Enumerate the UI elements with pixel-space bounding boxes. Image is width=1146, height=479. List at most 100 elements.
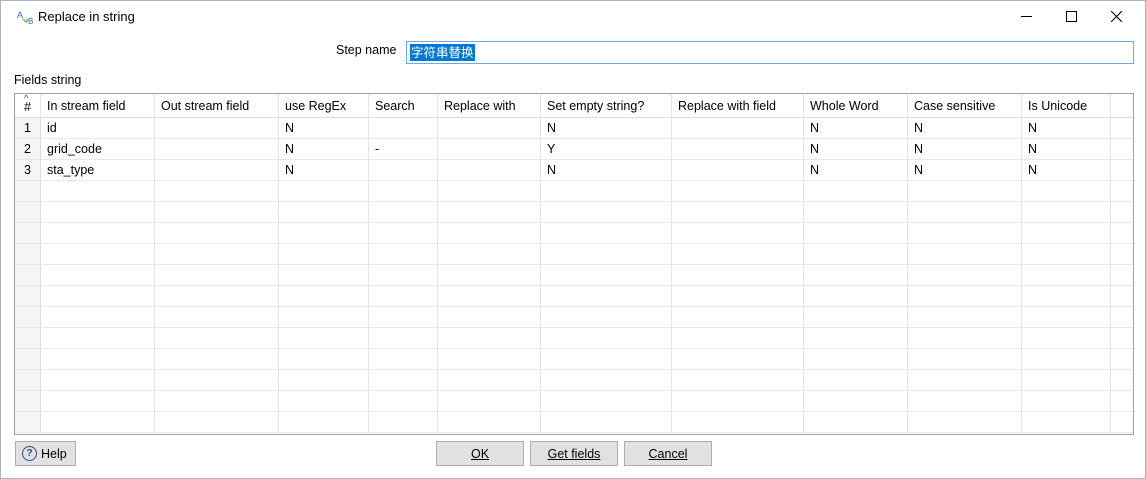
table-row[interactable] <box>15 286 1133 307</box>
table-cell[interactable] <box>541 412 672 433</box>
table-row[interactable] <box>15 181 1133 202</box>
table-row[interactable] <box>15 370 1133 391</box>
table-cell[interactable] <box>672 202 804 223</box>
table-cell[interactable] <box>804 265 908 286</box>
table-cell[interactable]: N <box>1022 118 1111 139</box>
table-cell[interactable]: sta_type <box>41 160 155 181</box>
table-row[interactable] <box>15 244 1133 265</box>
table-cell[interactable] <box>1022 181 1111 202</box>
table-row[interactable] <box>15 391 1133 412</box>
table-row[interactable]: 3 sta_type N N N N N <box>15 160 1133 181</box>
table-cell[interactable] <box>155 328 279 349</box>
table-cell[interactable] <box>908 412 1022 433</box>
close-button[interactable] <box>1093 1 1139 32</box>
table-cell[interactable] <box>908 307 1022 328</box>
cancel-button[interactable]: Cancel <box>624 441 712 466</box>
table-cell[interactable] <box>908 328 1022 349</box>
table-cell[interactable] <box>1022 202 1111 223</box>
table-cell[interactable] <box>41 370 155 391</box>
table-cell[interactable] <box>155 286 279 307</box>
table-cell[interactable] <box>804 349 908 370</box>
table-cell[interactable] <box>1022 286 1111 307</box>
table-cell[interactable] <box>908 349 1022 370</box>
table-cell[interactable] <box>438 286 541 307</box>
table-cell[interactable]: - <box>369 139 438 160</box>
table-cell[interactable] <box>155 391 279 412</box>
table-cell[interactable] <box>279 181 369 202</box>
table-cell[interactable] <box>804 181 908 202</box>
table-cell[interactable] <box>672 181 804 202</box>
table-cell[interactable] <box>438 370 541 391</box>
table-cell[interactable]: N <box>908 139 1022 160</box>
table-cell[interactable] <box>369 391 438 412</box>
table-cell[interactable]: N <box>908 118 1022 139</box>
table-cell[interactable] <box>41 286 155 307</box>
table-row[interactable] <box>15 349 1133 370</box>
table-cell[interactable] <box>1022 412 1111 433</box>
table-cell[interactable]: grid_code <box>41 139 155 160</box>
table-cell[interactable] <box>672 307 804 328</box>
table-cell[interactable] <box>908 202 1022 223</box>
table-cell[interactable] <box>279 307 369 328</box>
table-cell[interactable] <box>672 349 804 370</box>
table-cell[interactable]: N <box>279 160 369 181</box>
table-cell[interactable] <box>438 412 541 433</box>
table-cell[interactable] <box>1022 223 1111 244</box>
table-cell[interactable] <box>369 223 438 244</box>
table-cell[interactable] <box>1022 265 1111 286</box>
table-cell[interactable] <box>155 370 279 391</box>
help-button[interactable]: ? Help <box>15 441 76 466</box>
column-header[interactable]: use RegEx <box>279 94 369 118</box>
maximize-button[interactable] <box>1048 1 1094 32</box>
table-row[interactable] <box>15 412 1133 433</box>
table-cell[interactable] <box>908 181 1022 202</box>
table-cell[interactable] <box>41 307 155 328</box>
table-cell[interactable] <box>438 328 541 349</box>
table-cell[interactable] <box>541 349 672 370</box>
column-header[interactable]: Is Unicode <box>1022 94 1111 118</box>
table-cell[interactable] <box>1022 349 1111 370</box>
table-cell[interactable] <box>804 370 908 391</box>
table-cell[interactable] <box>672 286 804 307</box>
table-cell[interactable] <box>155 307 279 328</box>
table-cell[interactable] <box>438 160 541 181</box>
table-row[interactable]: 2 grid_code N - Y N N N <box>15 139 1133 160</box>
table-cell[interactable] <box>369 349 438 370</box>
table-cell[interactable] <box>438 349 541 370</box>
table-row[interactable] <box>15 202 1133 223</box>
table-cell[interactable] <box>908 223 1022 244</box>
table-cell[interactable] <box>155 160 279 181</box>
table-cell[interactable] <box>279 244 369 265</box>
table-cell[interactable] <box>1022 307 1111 328</box>
table-cell[interactable] <box>369 202 438 223</box>
column-header[interactable]: Replace with field <box>672 94 804 118</box>
table-cell[interactable] <box>541 244 672 265</box>
table-cell[interactable] <box>279 370 369 391</box>
table-row[interactable] <box>15 223 1133 244</box>
table-cell[interactable] <box>155 412 279 433</box>
table-cell[interactable]: N <box>804 118 908 139</box>
table-cell[interactable] <box>279 202 369 223</box>
table-cell[interactable] <box>672 370 804 391</box>
table-cell[interactable] <box>41 349 155 370</box>
table-cell[interactable] <box>369 118 438 139</box>
table-cell[interactable] <box>279 328 369 349</box>
table-row[interactable] <box>15 328 1133 349</box>
table-cell[interactable] <box>155 139 279 160</box>
table-cell[interactable] <box>369 307 438 328</box>
table-cell[interactable] <box>541 328 672 349</box>
table-cell[interactable]: N <box>1022 160 1111 181</box>
table-cell[interactable] <box>41 328 155 349</box>
table-cell[interactable] <box>369 328 438 349</box>
table-cell[interactable] <box>541 265 672 286</box>
table-cell[interactable] <box>438 223 541 244</box>
table-cell[interactable] <box>541 286 672 307</box>
table-cell[interactable] <box>155 265 279 286</box>
table-cell[interactable] <box>369 286 438 307</box>
table-cell[interactable] <box>155 118 279 139</box>
table-cell[interactable] <box>804 328 908 349</box>
column-header[interactable]: Whole Word <box>804 94 908 118</box>
table-cell[interactable] <box>541 181 672 202</box>
table-cell[interactable] <box>804 391 908 412</box>
table-row[interactable] <box>15 307 1133 328</box>
